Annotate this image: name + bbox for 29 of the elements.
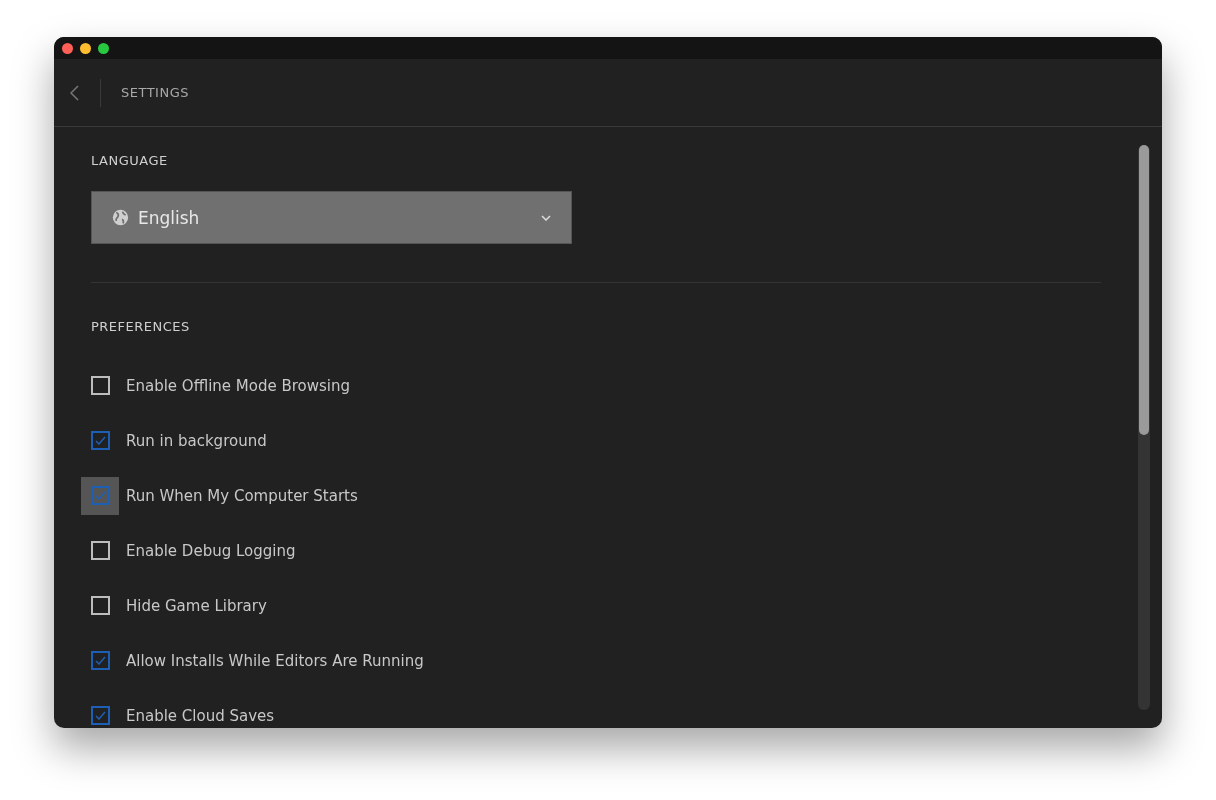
checkbox[interactable] — [90, 486, 110, 505]
checkbox[interactable] — [90, 376, 110, 395]
section-heading: PREFERENCES — [91, 319, 191, 334]
checkbox-label: Enable Debug Logging — [126, 541, 296, 560]
maximize-button[interactable] — [98, 42, 109, 54]
scrollbar-thumb[interactable] — [1139, 145, 1149, 435]
checkbox[interactable] — [90, 706, 110, 725]
minimize-button[interactable] — [80, 42, 91, 54]
checkbox[interactable] — [90, 431, 110, 450]
section-heading: LANGUAGE — [91, 153, 169, 168]
chevron-down-icon — [541, 214, 551, 221]
checkbox-label: Hide Game Library — [126, 596, 267, 615]
back-icon — [70, 84, 79, 101]
checkbox-label: Run in background — [126, 431, 267, 450]
check-icon — [94, 711, 106, 720]
checkbox-label: Enable Cloud Saves — [126, 706, 275, 725]
check-icon — [94, 491, 106, 500]
checkbox[interactable] — [90, 541, 110, 560]
check-icon — [94, 656, 106, 665]
close-button[interactable] — [62, 42, 73, 54]
checkbox-label: Enable Offline Mode Browsing — [126, 376, 351, 395]
checkbox-label: Allow Installs While Editors Are Running — [126, 651, 424, 670]
check-icon — [94, 436, 106, 445]
checkbox[interactable] — [90, 651, 110, 670]
checkbox-label: Run When My Computer Starts — [126, 486, 358, 505]
globe-icon — [112, 209, 129, 226]
page-title: SETTINGS — [121, 85, 189, 100]
language-dropdown[interactable]: English — [91, 191, 572, 244]
checkbox[interactable] — [90, 596, 110, 615]
